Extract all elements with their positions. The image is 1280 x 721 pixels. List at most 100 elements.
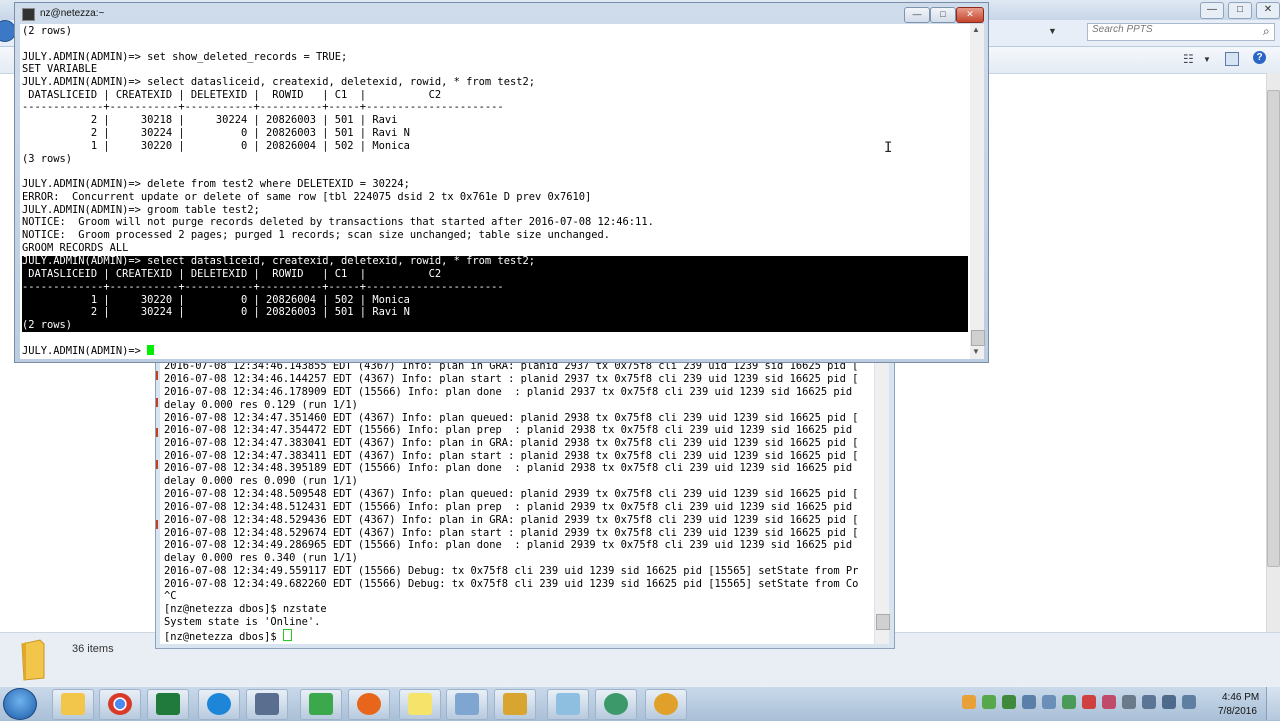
prompt-line[interactable]: JULY.ADMIN(ADMIN)=> [22,345,155,358]
terminal-line: 1 | 30220 | 0 | 20826004 | 502 | Monica [22,140,410,152]
cursor [147,345,155,355]
taskbar-snipping-tool[interactable] [446,689,488,720]
items-count: 36 items [72,643,114,655]
sticky-notes-icon [408,693,432,715]
log-line: 2016-07-08 12:34:48.395189 EDT (15566) I… [164,462,853,474]
minimize-button[interactable]: — [904,7,930,23]
view-dropdown-icon[interactable]: ▼ [1203,55,1211,64]
log-prompt: [nz@netezza dbos]$ [164,631,283,643]
log-line: 2016-07-08 12:34:49.559117 EDT (15566) D… [164,565,859,577]
left-edge-marker [156,371,158,380]
log-line: delay 0.000 res 0.129 (run 1/1) [164,399,358,411]
document-icon [556,693,580,715]
taskbar-sync-app[interactable] [595,689,637,720]
file-manager-icon [503,693,527,715]
scroll-up-icon[interactable]: ▲ [972,25,980,34]
tray-app-icon[interactable] [1062,695,1076,709]
terminal-icon [22,8,35,21]
terminal-line: -------------+-----------+-----------+--… [22,101,504,113]
log-line: 2016-07-08 12:34:48.509548 EDT (4367) In… [164,488,859,500]
log-line: 2016-07-08 12:34:49.286965 EDT (15566) I… [164,539,853,551]
left-edge-marker [156,398,158,407]
highlighted-line: -------------+-----------+-----------+--… [22,281,504,293]
excel-icon [156,693,180,715]
start-button[interactable] [3,688,37,720]
log-line: delay 0.000 res 0.090 (run 1/1) [164,475,358,487]
chrome-icon [108,693,132,715]
terminal-line: NOTICE: Groom will not purge records del… [22,216,654,228]
terminal-line: JULY.ADMIN(ADMIN)=> select datasliceid, … [22,76,535,88]
highlighted-line: DATASLICEID | CREATEXID | DELETEXID | RO… [22,268,442,280]
taskbar-video-app[interactable] [300,689,342,720]
clock-time[interactable]: 4:46 PM [1222,692,1259,703]
terminal-line: (2 rows) [22,25,73,37]
volume-icon[interactable] [1182,695,1196,709]
text-cursor-icon: I [884,140,893,156]
scroll-down-icon[interactable]: ▼ [972,347,980,356]
taskbar-document-app[interactable] [547,689,589,720]
taskbar-network-app[interactable] [246,689,288,720]
taskbar-excel[interactable] [147,689,189,720]
terminal-line: NOTICE: Groom processed 2 pages; purged … [22,229,611,241]
taskbar-file-manager[interactable] [494,689,536,720]
taskbar-internet-explorer[interactable] [198,689,240,720]
show-desktop-button[interactable] [1266,687,1280,720]
terminal-scrollbar-thumb[interactable] [971,330,985,346]
terminal-line: SET VARIABLE [22,63,98,75]
log-line: [nz@netezza dbos]$ nzstate [164,603,327,615]
taskbar-sticky-notes[interactable] [399,689,441,720]
network-icon[interactable] [1162,695,1176,709]
terminal-line: (3 rows) [22,153,73,165]
taskbar-explorer[interactable] [52,689,94,720]
taskbar-chrome[interactable] [99,689,141,720]
tray-app-icon[interactable] [1002,695,1016,709]
help-icon[interactable]: ? [1253,51,1266,64]
window-title: nz@netezza:~ [40,8,105,19]
log-prompt-line[interactable]: [nz@netezza dbos]$ [164,629,292,643]
log-line: System state is 'Online'. [164,616,321,628]
log-line: 2016-07-08 12:34:49.682260 EDT (15566) D… [164,578,859,590]
settings-icon [654,693,678,715]
preview-pane-icon[interactable] [1225,52,1239,66]
log-terminal-scrollbar-thumb[interactable] [876,614,890,630]
log-line: 2016-07-08 12:34:48.512431 EDT (15566) I… [164,501,853,513]
log-cursor [282,629,292,641]
tray-app-icon[interactable] [1102,695,1116,709]
highlighted-line: 2 | 30224 | 0 | 20826003 | 501 | Ravi N [22,306,410,318]
search-input[interactable]: Search PPTS [1087,23,1275,41]
explorer-scrollbar-thumb[interactable] [1267,90,1280,567]
tray-app-icon[interactable] [1022,695,1036,709]
taskbar-settings-app[interactable] [645,689,687,720]
terminal-line: 2 | 30218 | 30224 | 20826003 | 501 | Rav… [22,114,398,126]
log-terminal-scrollbar[interactable] [875,360,889,644]
explorer-maximize-button[interactable]: □ [1228,2,1252,19]
terminal-line: ERROR: Concurrent update or delete of sa… [22,191,592,203]
log-line: 2016-07-08 12:34:48.529436 EDT (4367) In… [164,514,859,526]
terminal-line: GROOM RECORDS ALL [22,242,129,254]
view-options-icon[interactable]: ☷ [1183,52,1194,66]
log-line: ^C [164,590,177,602]
clock-date[interactable]: 7/8/2016 [1218,706,1257,717]
firefox-icon [357,693,381,715]
explorer-close-button[interactable]: ✕ [1256,2,1280,19]
close-button[interactable]: ✕ [956,7,984,23]
flag-icon[interactable] [1142,695,1156,709]
explorer-minimize-button[interactable]: — [1200,2,1224,19]
tray-app-icon[interactable] [1042,695,1056,709]
terminal-scrollbar[interactable] [970,24,984,359]
tray-app-icon[interactable] [982,695,996,709]
left-edge-marker [156,460,158,469]
internet-explorer-icon [207,693,231,715]
left-edge-marker [156,520,158,529]
highlighted-line: (2 rows) [22,319,73,331]
sync-icon [604,693,628,715]
taskbar-firefox[interactable] [348,689,390,720]
search-icon[interactable]: ⌕ [1263,24,1270,39]
system-tray [958,690,1208,716]
action-center-icon[interactable] [1122,695,1136,709]
address-dropdown-icon[interactable]: ▼ [1048,26,1057,36]
left-edge-marker [156,428,158,437]
tray-app-icon[interactable] [962,695,976,709]
maximize-button[interactable]: □ [930,7,956,23]
tray-app-icon[interactable] [1082,695,1096,709]
